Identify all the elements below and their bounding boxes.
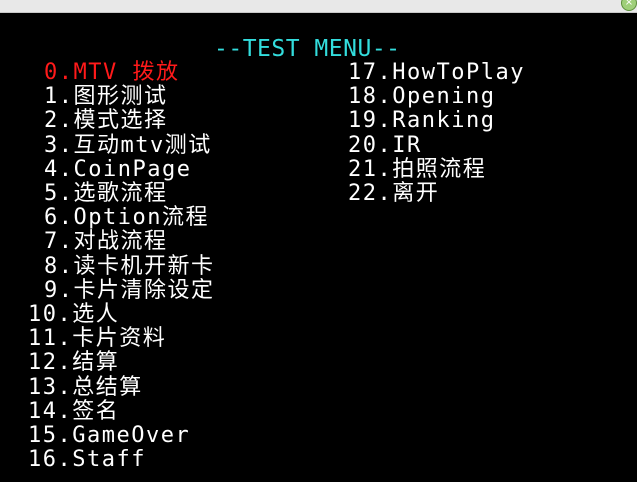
menu-item[interactable]: 17.HowToPlay (348, 61, 525, 85)
menu-item[interactable]: 16.Staff (28, 448, 146, 472)
close-icon[interactable]: × (621, 0, 637, 11)
menu-item[interactable]: 14.签名 (28, 399, 119, 424)
menu-item[interactable]: 13.总结算 (28, 375, 143, 400)
menu-item[interactable]: 7.对战流程 (44, 230, 168, 254)
menu-item[interactable]: 22.离开 (348, 182, 439, 206)
menu-item[interactable]: 5.选歌流程 (44, 182, 168, 206)
menu-title: --TEST MENU-- (214, 36, 401, 62)
menu-item[interactable]: 9.卡片清除设定 (44, 278, 215, 303)
menu-item[interactable]: 1.图形测试 (44, 85, 168, 109)
menu-item[interactable]: 10.选人 (28, 303, 119, 327)
menu-item[interactable]: 19.Ranking (348, 109, 495, 133)
menu-item[interactable]: 18.Opening (348, 85, 495, 109)
test-menu-window: × --TEST MENU-- 0.MTV 拨放 1.图形测试 2.模式选择 3.互动… (0, 0, 637, 482)
menu-item[interactable]: 4.CoinPage (44, 157, 191, 182)
menu-item[interactable]: 12.结算 (28, 351, 119, 375)
menu-item[interactable]: 3.互动mtv测试 (44, 133, 212, 158)
menu-item[interactable]: 11.卡片资料 (28, 327, 166, 351)
menu-item[interactable]: 15.GameOver (28, 424, 190, 448)
menu-item[interactable]: 21.拍照流程 (348, 157, 486, 182)
window-titlebar: × (0, 0, 637, 13)
menu-item[interactable]: 8.读卡机开新卡 (44, 254, 215, 279)
menu-item[interactable]: 6.Option流程 (44, 206, 209, 230)
menu-item[interactable]: 2.模式选择 (44, 109, 168, 133)
menu-item[interactable]: 20.IR (348, 133, 422, 158)
menu-item[interactable]: 0.MTV 拨放 (44, 61, 179, 85)
